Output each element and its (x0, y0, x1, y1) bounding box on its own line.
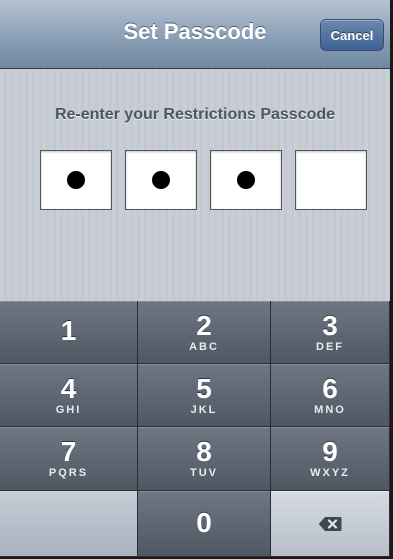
passcode-prompt: Re-enter your Restrictions Passcode (54, 106, 336, 123)
key-8[interactable]: 8 TUV (138, 427, 271, 491)
key-letters: PQRS (48, 467, 89, 479)
key-6[interactable]: 6 MNO (271, 364, 390, 427)
numeric-keypad: 1 2 ABC 3 DEF 4 GHI 5 JKL 6 MNO 7 PQRS 8 (0, 301, 390, 557)
key-3[interactable]: 3 DEF (271, 301, 390, 364)
navigation-bar: Set Passcode Cancel (0, 0, 390, 69)
blank-key (0, 491, 138, 557)
key-9[interactable]: 9 WXYZ (271, 427, 390, 491)
key-digit: 6 (322, 373, 338, 404)
key-7[interactable]: 7 PQRS (0, 427, 138, 491)
filled-dot (67, 171, 85, 189)
key-2[interactable]: 2 ABC (138, 301, 271, 364)
key-digit: 7 (60, 436, 77, 467)
passcode-screen: Set Passcode Cancel Re-enter your Restri… (0, 0, 393, 559)
filled-dot (237, 171, 255, 189)
cancel-button[interactable]: Cancel (320, 19, 384, 51)
passcode-digit-field-4[interactable] (295, 150, 367, 210)
key-digit: 0 (196, 507, 212, 538)
key-digit: 1 (60, 315, 77, 346)
key-digit: 8 (196, 436, 212, 467)
key-letters: DEF (316, 341, 344, 353)
key-letters: TUV (190, 467, 218, 479)
key-5[interactable]: 5 JKL (138, 364, 271, 427)
key-digit: 4 (60, 373, 77, 404)
passcode-fields (40, 150, 370, 212)
passcode-digit-field-2[interactable] (125, 150, 197, 210)
key-letters: JKL (190, 404, 218, 416)
key-digit: 2 (196, 310, 212, 341)
key-digit: 9 (322, 436, 338, 467)
passcode-digit-field-3[interactable] (210, 150, 282, 210)
key-letters: GHI (55, 404, 82, 416)
key-0[interactable]: 0 (138, 491, 271, 557)
passcode-digit-field-1[interactable] (40, 150, 112, 210)
key-letters: WXYZ (310, 467, 350, 479)
key-letters: ABC (189, 341, 219, 353)
key-digit: 3 (322, 310, 338, 341)
key-1[interactable]: 1 (0, 301, 138, 364)
delete-key[interactable] (271, 491, 390, 557)
key-digit: 5 (196, 373, 212, 404)
filled-dot (152, 171, 170, 189)
key-4[interactable]: 4 GHI (0, 364, 138, 427)
backspace-icon (318, 516, 342, 531)
key-letters: MNO (314, 404, 346, 416)
passcode-entry-area: Re-enter your Restrictions Passcode (0, 69, 390, 301)
